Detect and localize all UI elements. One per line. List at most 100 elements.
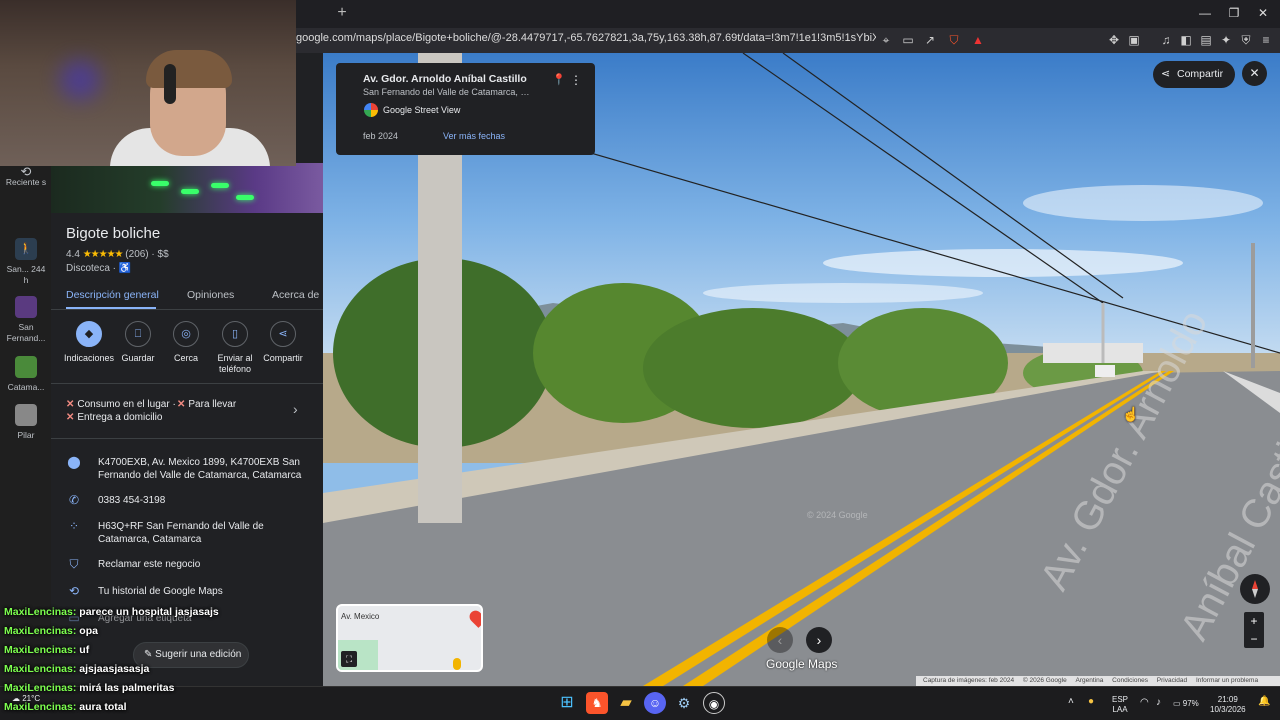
chat-username: MaxiLencinas: (4, 682, 77, 694)
leo-icon[interactable]: ✦ (1218, 32, 1234, 48)
chat-username: MaxiLencinas: (4, 644, 77, 656)
rail-item-catamarca[interactable]: Catama... (4, 356, 48, 393)
brave-rewards-icon[interactable]: ▲ (970, 32, 986, 48)
send-to-phone-label: Enviar al teléfono (217, 353, 253, 374)
place-thumb (15, 296, 37, 318)
sidebar-icon[interactable]: ◧ (1178, 32, 1194, 48)
rail-item-san-fernando[interactable]: San Fernand... (4, 296, 48, 344)
language-indicator[interactable]: ESP LAA (1112, 695, 1128, 715)
share-icon: ⋖ (1161, 68, 1171, 80)
claim-row[interactable]: ⛉ Reclamar este negocio (66, 558, 316, 572)
report-problem-link[interactable]: Informar un problema (1196, 677, 1258, 684)
pegman-icon[interactable] (453, 658, 461, 670)
next-arrow-button[interactable]: › (806, 627, 832, 653)
directions-icon: ◆ (76, 321, 102, 347)
obs-icon[interactable]: ◉ (703, 692, 725, 714)
zoom-in-button[interactable]: + (1244, 612, 1264, 630)
suggest-edit-button[interactable]: ✎ Sugerir una edición (133, 642, 249, 668)
wallet-icon[interactable]: ▤ (1198, 32, 1214, 48)
privacy-link[interactable]: Privacidad (1157, 677, 1187, 684)
install-icon[interactable]: ▭ (900, 32, 916, 48)
minimap-street-label: Av. Mexico (341, 612, 380, 621)
address-bar[interactable]: google.com/maps/place/Bigote+boliche/@-2… (296, 32, 876, 44)
send-to-phone-button[interactable]: ▯ Enviar al teléfono (209, 321, 261, 375)
clock[interactable]: 21:09 10/3/2026 (1210, 695, 1246, 715)
media-icon[interactable]: ♫ (1158, 32, 1174, 48)
extensions-icon[interactable]: ✥ (1106, 32, 1122, 48)
chat-username: MaxiLencinas: (4, 606, 77, 618)
tab-about[interactable]: Acerca de (272, 289, 319, 301)
menu-icon[interactable]: ≡ (1258, 32, 1274, 48)
brave-app-icon[interactable]: ♞ (586, 692, 608, 714)
directions-button[interactable]: ◆ Indicaciones (63, 321, 115, 364)
microphone-icon[interactable]: ● (1088, 697, 1094, 707)
plus-code-row[interactable]: ⁘ H63Q+RF San Fernando del Valle de Cata… (66, 520, 316, 548)
share-icon: ⋖ (270, 321, 296, 347)
notification-bell-icon[interactable]: 🔔 (1258, 697, 1270, 707)
more-options-icon[interactable]: ⋮ (570, 73, 582, 87)
place-rating[interactable]: 4.4 ★★★★★ (206) · $$ (66, 249, 169, 260)
chat-message: MaxiLencinas: opa (4, 625, 98, 637)
address-row[interactable]: ⬤ K4700EXB, Av. Mexico 1899, K4700EXB Sa… (66, 456, 316, 484)
rail-item-san-244[interactable]: 🚶 San... 244 h (4, 238, 48, 286)
close-window-button[interactable]: ✕ (1254, 5, 1272, 21)
volume-icon[interactable]: ♪ (1156, 698, 1161, 708)
street-view-source: Google Street View (383, 105, 461, 115)
x-icon: ✕ (66, 399, 75, 410)
location-icon[interactable]: ⌖ (878, 32, 894, 48)
terms-link[interactable]: Condiciones (1112, 677, 1148, 684)
see-more-dates-link[interactable]: Ver más fechas (443, 131, 505, 141)
imagery-date: Captura de imágenes: feb 2024 (923, 677, 1015, 684)
screenshot-icon[interactable]: ▣ (1126, 32, 1142, 48)
chat-text: opa (79, 625, 98, 637)
service-takeout: ✕ Para llevar (177, 399, 236, 410)
location-pin-icon[interactable]: 📍 (552, 73, 566, 86)
previous-arrow-button[interactable]: ‹ (767, 627, 793, 653)
tab-reviews[interactable]: Opiniones (187, 289, 234, 301)
minimize-button[interactable]: — (1196, 5, 1214, 21)
mini-map[interactable]: Av. Mexico (336, 604, 483, 672)
share-page-icon[interactable]: ↗ (922, 32, 938, 48)
history-row[interactable]: ⟲ Tu historial de Google Maps (66, 585, 316, 599)
nearby-button[interactable]: ◎ Cerca (160, 321, 212, 364)
place-photo[interactable] (51, 163, 323, 213)
vpn-icon[interactable]: ⛨ (1238, 32, 1254, 48)
divider (51, 309, 323, 310)
rail-item-pilar[interactable]: Pilar (4, 404, 48, 441)
share-place-button[interactable]: ⋖ Compartir (257, 321, 309, 364)
tab-overview[interactable]: Descripción general (66, 289, 159, 301)
brave-shield-icon[interactable]: ⛉ (946, 32, 962, 48)
share-street-view-button[interactable]: ⋖ Compartir (1153, 61, 1235, 88)
star-rating-icon: ★★★★★ (82, 249, 124, 260)
save-button[interactable]: ⎕ Guardar (112, 321, 164, 364)
chevron-right-icon[interactable]: › (293, 401, 298, 417)
new-tab-button[interactable]: + (334, 4, 350, 22)
country-link[interactable]: Argentina (1076, 677, 1104, 684)
discord-icon[interactable]: ☺ (644, 692, 666, 714)
lamp-glow (60, 60, 100, 100)
battery-icon: ▭ (1173, 699, 1183, 708)
close-street-view-button[interactable]: ✕ (1242, 61, 1267, 86)
weather-widget[interactable]: ☁ 21°C (12, 694, 40, 703)
zoom-out-button[interactable]: − (1244, 630, 1264, 648)
google-maps-logo: Google Maps (766, 657, 838, 671)
maximize-button[interactable]: ❐ (1225, 5, 1243, 21)
headset-icon (164, 64, 176, 104)
start-icon[interactable]: ⊞ (556, 692, 578, 714)
review-count: (206) · $$ (125, 249, 169, 260)
led-light (211, 183, 229, 188)
battery-indicator[interactable]: ▭ 97% (1173, 699, 1199, 709)
tray-chevron-icon[interactable]: ˄ (1068, 697, 1074, 707)
phone-row[interactable]: ✆ 0383 454-3198 (66, 494, 316, 508)
clock-date: 10/3/2026 (1210, 705, 1246, 714)
place-category[interactable]: Discoteca · ♿ (66, 263, 131, 274)
rail-recent[interactable]: ⟲ Reciente s (4, 165, 48, 188)
google-logo-icon (364, 103, 378, 117)
compass-icon[interactable] (1240, 574, 1270, 604)
expand-map-icon[interactable]: ⛶ (341, 651, 357, 667)
divider (51, 438, 323, 439)
wifi-icon[interactable]: ◠ (1140, 698, 1149, 708)
file-explorer-icon[interactable]: ▰ (615, 692, 637, 714)
temperature: 21°C (22, 694, 41, 703)
steam-icon[interactable]: ⚙ (673, 692, 695, 714)
